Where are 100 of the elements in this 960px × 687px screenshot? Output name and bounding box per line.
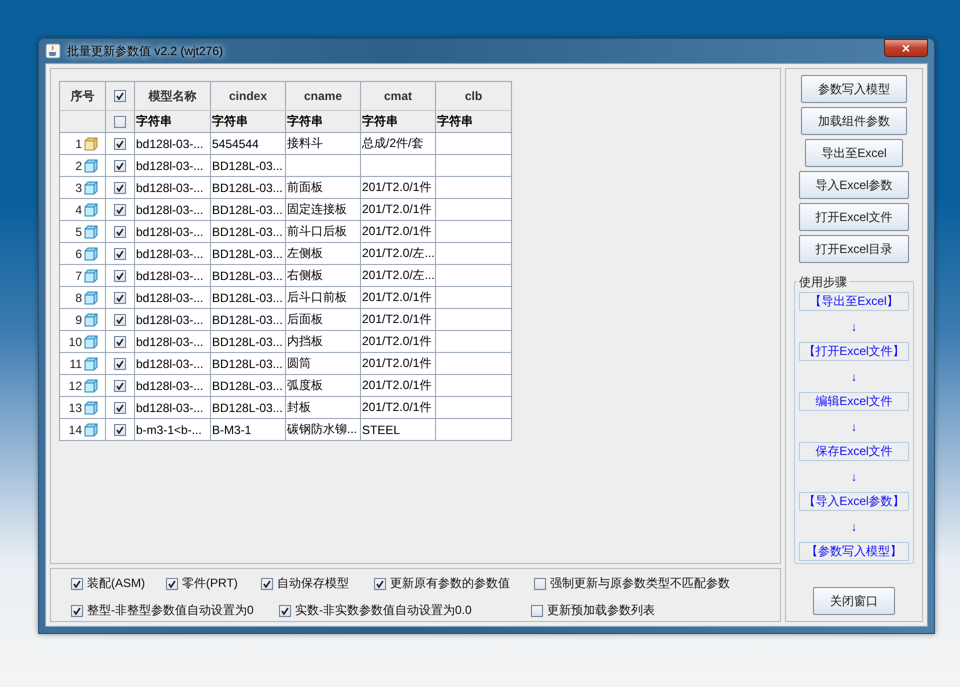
action-button[interactable]: 加载组件参数: [801, 107, 907, 135]
checkbox[interactable]: [114, 402, 126, 414]
select-all-checkbox[interactable]: [114, 90, 126, 102]
table-cell: BD128L-03...: [211, 199, 286, 221]
arrow-text: ↓: [851, 420, 857, 434]
cube-icon: [83, 202, 99, 218]
cube-icon: [83, 400, 99, 416]
column-header[interactable]: cindex: [211, 82, 286, 111]
checkbox[interactable]: [534, 578, 546, 590]
column-header[interactable]: clb: [436, 82, 512, 111]
table-cell: 201/T2.0/1件: [361, 375, 436, 397]
table-cell: 内挡板: [286, 331, 361, 353]
table-cell: bd128l-03-...: [135, 331, 211, 353]
row-number: 8: [74, 290, 82, 304]
cube-icon: [83, 224, 99, 240]
table-cell: 右侧板: [286, 265, 361, 287]
table-cell: bd128l-03-...: [135, 397, 211, 419]
action-button[interactable]: 打开Excel文件: [799, 203, 909, 231]
action-button[interactable]: 打开Excel目录: [799, 235, 909, 263]
checkbox[interactable]: [114, 292, 126, 304]
table-cell: b-m3-1<b-...: [135, 419, 211, 441]
table-cell: 后面板: [286, 309, 361, 331]
checkbox[interactable]: [531, 604, 543, 616]
table-cell: bd128l-03-...: [135, 133, 211, 155]
option-label: 整型-非整型参数值自动设置为0: [87, 602, 254, 619]
checkbox[interactable]: [114, 270, 126, 282]
column-header[interactable]: 序号: [60, 82, 106, 111]
table-cell: BD128L-03...: [211, 221, 286, 243]
checkbox[interactable]: [71, 604, 83, 616]
type-cell: 字符串: [436, 111, 512, 133]
cube-icon: [83, 378, 99, 394]
cube-icon: [83, 290, 99, 306]
table-cell: 201/T2.0/1件: [361, 287, 436, 309]
row-number: 1: [74, 136, 82, 150]
cube-icon: [83, 312, 99, 328]
table-cell: BD128L-03...: [211, 287, 286, 309]
table-cell: bd128l-03-...: [135, 155, 211, 177]
table-cell: B-M3-1: [211, 419, 286, 441]
table-cell: bd128l-03-...: [135, 375, 211, 397]
checkbox[interactable]: [114, 182, 126, 194]
cube-icon: [83, 246, 99, 262]
table-cell: 圆筒: [286, 353, 361, 375]
checkbox[interactable]: [114, 138, 126, 150]
checkbox[interactable]: [114, 248, 126, 260]
arrow-text: ↓: [851, 470, 857, 484]
column-header[interactable]: cmat: [361, 82, 436, 111]
step-label: 【参数写入模型】: [799, 542, 909, 561]
column-header[interactable]: 模型名称: [135, 82, 211, 111]
option-label: 装配(ASM): [87, 575, 145, 592]
checkbox[interactable]: [114, 380, 126, 392]
checkbox[interactable]: [114, 116, 126, 128]
table-cell: BD128L-03...: [211, 309, 286, 331]
checkbox[interactable]: [279, 604, 291, 616]
row-number: 4: [74, 202, 82, 216]
checkbox[interactable]: [114, 226, 126, 238]
table-cell: 碳钢防水铆...: [286, 419, 361, 441]
table-cell: bd128l-03-...: [135, 243, 211, 265]
type-cell: 字符串: [286, 111, 361, 133]
cube-icon: [83, 268, 99, 284]
table-cell: BD128L-03...: [211, 243, 286, 265]
checkbox[interactable]: [114, 204, 126, 216]
checkbox[interactable]: [71, 578, 83, 590]
table-cell: bd128l-03-...: [135, 287, 211, 309]
table-cell: 5454544: [211, 133, 286, 155]
option-label: 零件(PRT): [182, 575, 238, 592]
close-window-button[interactable]: 关闭窗口: [813, 587, 895, 615]
checkbox[interactable]: [114, 358, 126, 370]
option-label: 强制更新与原参数类型不匹配参数: [550, 575, 730, 592]
table-cell: 总成/2件/套: [361, 133, 436, 155]
table-cell: bd128l-03-...: [135, 221, 211, 243]
checkbox[interactable]: [114, 424, 126, 436]
checkbox[interactable]: [114, 336, 126, 348]
type-cell: 字符串: [361, 111, 436, 133]
column-header[interactable]: cname: [286, 82, 361, 111]
row-number: 7: [74, 268, 82, 282]
checkbox[interactable]: [114, 314, 126, 326]
row-number: 6: [74, 246, 82, 260]
table-cell: 201/T2.0/1件: [361, 353, 436, 375]
table-cell: BD128L-03...: [211, 177, 286, 199]
checkbox[interactable]: [374, 578, 386, 590]
type-cell: 字符串: [211, 111, 286, 133]
cube-icon: [83, 158, 99, 174]
steps-title: 使用步骤: [797, 274, 849, 291]
action-button[interactable]: 参数写入模型: [801, 75, 907, 103]
table-cell: 201/T2.0/1件: [361, 177, 436, 199]
table-cell: bd128l-03-...: [135, 309, 211, 331]
window-title: 批量更新参数值 v2.2 (wjt276): [67, 42, 224, 60]
row-number: 5: [74, 224, 82, 238]
table-cell: 前面板: [286, 177, 361, 199]
action-button[interactable]: 导出至Excel: [805, 139, 903, 167]
cube-icon: [83, 334, 99, 350]
checkbox[interactable]: [261, 578, 273, 590]
table-cell: 201/T2.0/1件: [361, 221, 436, 243]
table-cell: 201/T2.0/左...: [361, 265, 436, 287]
table-cell: bd128l-03-...: [135, 353, 211, 375]
checkbox[interactable]: [166, 578, 178, 590]
row-number: 11: [68, 356, 82, 370]
checkbox[interactable]: [114, 160, 126, 172]
action-button[interactable]: 导入Excel参数: [799, 171, 909, 199]
close-button[interactable]: ×: [884, 39, 928, 57]
